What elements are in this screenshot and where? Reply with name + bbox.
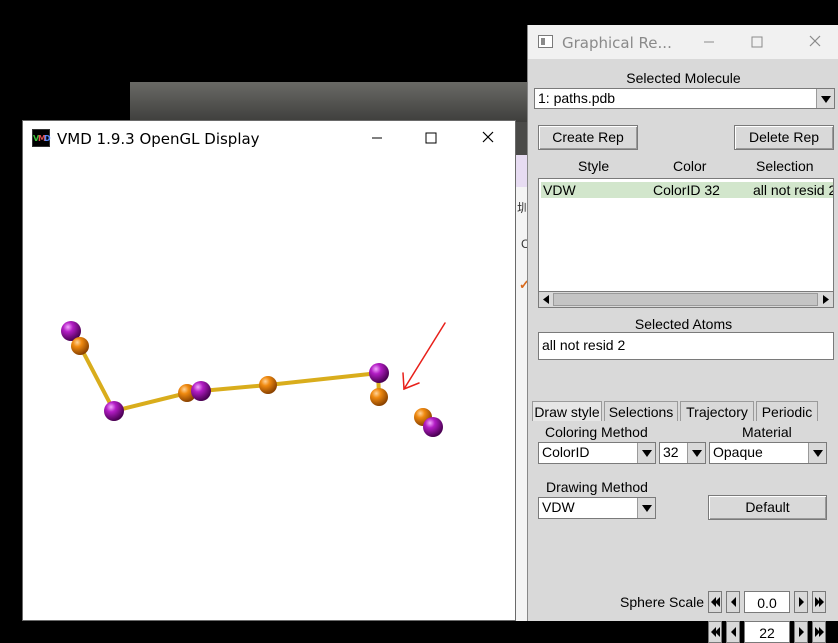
atom-sphere[interactable]	[423, 417, 443, 437]
graphical-reps-body: Selected Molecule 1: paths.pdb Create Re…	[528, 59, 838, 643]
chevron-down-icon[interactable]	[816, 89, 834, 108]
tab-trajectory[interactable]: Trajectory	[680, 401, 754, 421]
column-header-color: Color	[673, 158, 707, 174]
bond	[199, 383, 270, 393]
color-id-dropdown[interactable]: 32	[659, 442, 706, 464]
selected-molecule-dropdown[interactable]: 1: paths.pdb	[534, 88, 835, 109]
table-row[interactable]: VDW ColorID 32 all not resid 2	[541, 182, 834, 198]
reps-table[interactable]: VDW ColorID 32 all not resid 2	[538, 178, 834, 298]
sphere-scale-input[interactable]: 0.0	[744, 591, 790, 613]
graphical-reps-title: Graphical Re...	[562, 34, 672, 52]
coloring-method-label: Coloring Method	[545, 424, 648, 440]
rep-color: ColorID 32	[653, 182, 720, 198]
background-window-strip	[130, 82, 530, 122]
scroll-right-icon[interactable]	[819, 293, 832, 306]
scroll-left-icon[interactable]	[540, 293, 553, 306]
column-header-selection: Selection	[756, 158, 814, 174]
atom-sphere[interactable]	[104, 401, 124, 421]
sphere-scale-fast-decrease-button[interactable]	[708, 591, 722, 613]
sphere-scale-fast-increase-button[interactable]	[812, 591, 826, 613]
vmd-titlebar[interactable]: V M D VMD 1.9.3 OpenGL Display	[23, 121, 515, 155]
graphical-reps-window[interactable]: Graphical Re... Selected Molecule 1: pat…	[527, 25, 838, 643]
scrollbar-thumb[interactable]	[553, 293, 818, 306]
atom-sphere[interactable]	[191, 381, 211, 401]
vmd-window-title: VMD 1.9.3 OpenGL Display	[57, 130, 260, 148]
opengl-canvas[interactable]	[23, 155, 515, 620]
maximize-button[interactable]	[417, 126, 445, 150]
column-header-style: Style	[578, 158, 610, 174]
chevron-down-icon[interactable]	[637, 443, 655, 463]
material-dropdown[interactable]: Opaque	[709, 442, 827, 464]
tab-periodic[interactable]: Periodic	[756, 401, 818, 421]
default-button[interactable]: Default	[708, 495, 827, 520]
drawing-method-dropdown[interactable]: VDW	[538, 497, 656, 519]
coloring-method-dropdown[interactable]: ColorID	[538, 442, 656, 464]
sphere-resolution-input[interactable]: 22	[744, 621, 790, 643]
tab-draw-style[interactable]: Draw style	[532, 401, 602, 421]
atom-sphere[interactable]	[71, 337, 89, 355]
sphere-resolution-fast-increase-button[interactable]	[812, 621, 826, 643]
material-label: Material	[742, 424, 792, 440]
minimize-button[interactable]	[695, 30, 723, 54]
sphere-scale-increase-button[interactable]	[794, 591, 808, 613]
bond	[78, 344, 116, 413]
minimize-button[interactable]	[363, 126, 391, 150]
maximize-icon	[751, 36, 763, 48]
molecule-scene[interactable]	[23, 155, 515, 620]
sphere-scale-decrease-button[interactable]	[726, 591, 740, 613]
sphere-resolution-label: Sphere Resolution	[588, 624, 704, 640]
chevron-down-icon[interactable]	[808, 443, 826, 463]
atom-sphere[interactable]	[369, 363, 389, 383]
selected-atoms-label: Selected Atoms	[634, 316, 733, 332]
selected-atoms-input[interactable]: all not resid 2	[538, 332, 834, 360]
maximize-icon	[425, 132, 437, 144]
bond	[266, 371, 381, 387]
atom-sphere[interactable]	[370, 388, 388, 406]
vmd-display-window[interactable]: V M D VMD 1.9.3 OpenGL Display	[22, 120, 516, 621]
rep-style: VDW	[543, 182, 576, 198]
drawing-method-label: Drawing Method	[546, 479, 648, 495]
close-button[interactable]	[801, 30, 829, 54]
tab-selections[interactable]: Selections	[604, 401, 678, 421]
chevron-down-icon[interactable]	[687, 443, 705, 463]
selected-molecule-value: 1: paths.pdb	[538, 90, 616, 106]
minimize-icon	[704, 41, 714, 43]
maximize-button[interactable]	[743, 30, 771, 54]
vmd-logo-icon: V M D	[32, 129, 51, 147]
red-arrow-icon	[402, 322, 446, 391]
window-app-icon	[538, 35, 553, 48]
create-rep-button[interactable]: Create Rep	[538, 125, 638, 150]
sphere-resolution-decrease-button[interactable]	[726, 621, 740, 643]
atom-sphere[interactable]	[259, 376, 277, 394]
selected-molecule-label: Selected Molecule	[626, 70, 741, 86]
bonds	[78, 344, 381, 413]
graphical-reps-titlebar[interactable]: Graphical Re...	[528, 25, 838, 59]
minimize-icon	[372, 137, 382, 139]
reps-horizontal-scrollbar[interactable]	[538, 291, 834, 308]
chevron-down-icon[interactable]	[637, 498, 655, 518]
close-icon	[809, 35, 821, 47]
close-icon	[482, 131, 494, 143]
delete-rep-button[interactable]: Delete Rep	[734, 125, 834, 150]
sphere-resolution-fast-decrease-button[interactable]	[708, 621, 722, 643]
rep-selection: all not resid 2	[753, 182, 834, 198]
bond	[112, 391, 189, 413]
sphere-resolution-increase-button[interactable]	[794, 621, 808, 643]
sphere-scale-label: Sphere Scale	[620, 594, 705, 610]
close-button[interactable]	[474, 126, 502, 150]
